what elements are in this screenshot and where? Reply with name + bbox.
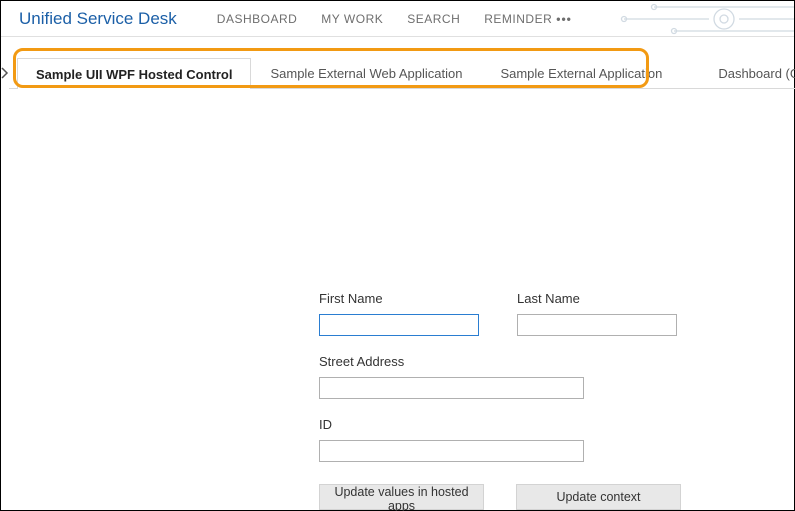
header-decoration: [614, 1, 794, 37]
first-name-label: First Name: [319, 291, 479, 306]
app-header: Unified Service Desk DASHBOARD MY WORK S…: [1, 1, 794, 37]
nav-reminder[interactable]: REMINDER •••: [484, 12, 572, 26]
tab-sample-uii-wpf[interactable]: Sample UII WPF Hosted Control: [17, 58, 251, 89]
street-address-input[interactable]: [319, 377, 584, 399]
last-name-input[interactable]: [517, 314, 677, 336]
id-input[interactable]: [319, 440, 584, 462]
nav-reminder-label: REMINDER: [484, 12, 552, 26]
nav-dashboard[interactable]: DASHBOARD: [217, 12, 298, 26]
street-address-label: Street Address: [319, 354, 584, 369]
tab-dashboard-global[interactable]: Dashboard (Global): [699, 58, 795, 88]
sidebar-expander-column: [1, 37, 9, 511]
tab-sample-external-app[interactable]: Sample External Application: [481, 58, 681, 88]
update-context-button[interactable]: Update context: [516, 484, 681, 510]
id-label: ID: [319, 417, 584, 432]
more-dots-icon: •••: [556, 12, 572, 26]
top-nav: DASHBOARD MY WORK SEARCH REMINDER •••: [217, 12, 572, 26]
tab-bar: Sample UII WPF Hosted Control Sample Ext…: [9, 37, 795, 89]
form-area: First Name Last Name Street Address ID: [319, 291, 781, 510]
body-area: Sample UII WPF Hosted Control Sample Ext…: [1, 37, 794, 511]
nav-search[interactable]: SEARCH: [407, 12, 460, 26]
nav-my-work[interactable]: MY WORK: [321, 12, 383, 26]
expand-sidebar-icon[interactable]: [1, 67, 9, 82]
tab-sample-external-web[interactable]: Sample External Web Application: [251, 58, 481, 88]
main-column: Sample UII WPF Hosted Control Sample Ext…: [9, 37, 795, 511]
last-name-label: Last Name: [517, 291, 677, 306]
app-title: Unified Service Desk: [19, 9, 177, 29]
update-hosted-apps-button[interactable]: Update values in hosted apps: [319, 484, 484, 510]
first-name-input[interactable]: [319, 314, 479, 336]
